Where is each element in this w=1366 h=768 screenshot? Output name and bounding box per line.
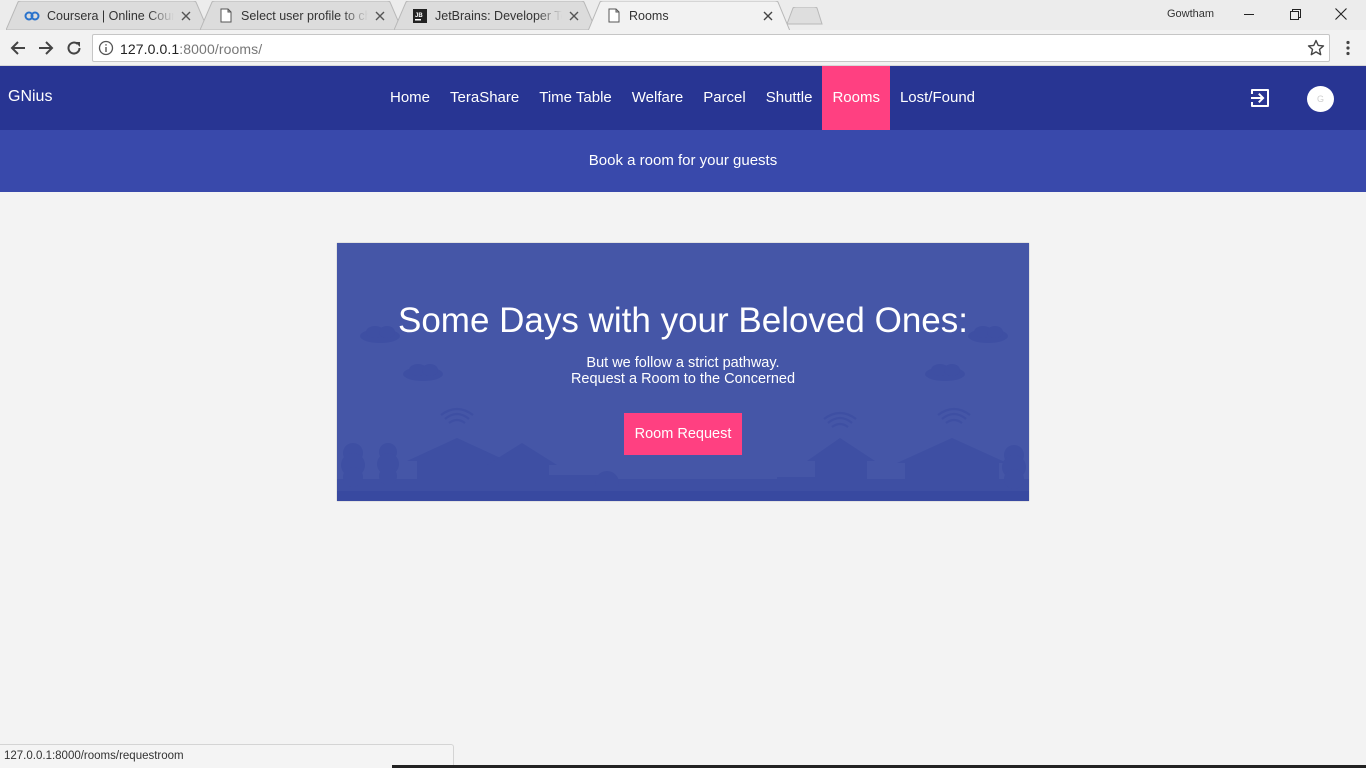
nav-menu: Home TeraShare Time Table Welfare Parcel… bbox=[380, 66, 985, 130]
nav-item-terashare[interactable]: TeraShare bbox=[440, 66, 529, 130]
avatar-initial: G bbox=[1316, 94, 1324, 104]
browser-tab-rooms[interactable]: Rooms bbox=[588, 1, 790, 31]
browser-tab-coursera[interactable]: Coursera | Online Courses bbox=[6, 1, 208, 30]
room-request-button[interactable]: Room Request bbox=[624, 413, 742, 455]
close-icon[interactable] bbox=[372, 8, 388, 24]
url-host: 127.0.0.1 bbox=[120, 41, 180, 57]
status-url: 127.0.0.1:8000/rooms/requestroom bbox=[4, 750, 184, 762]
site-navbar: GNius Home TeraShare Time Table Welfare … bbox=[0, 66, 1366, 130]
wifi-icon bbox=[440, 407, 474, 424]
jetbrains-icon: JB bbox=[412, 8, 428, 24]
brand-logo[interactable]: GNius bbox=[8, 88, 52, 106]
browser-tab-strip: Coursera | Online Courses Select user pr… bbox=[0, 0, 1366, 31]
restore-button[interactable] bbox=[1272, 0, 1318, 28]
hero-line-1: But we follow a strict pathway. bbox=[586, 355, 780, 371]
nav-item-shuttle[interactable]: Shuttle bbox=[756, 66, 823, 130]
hero-subtitle: But we follow a strict pathway. Request … bbox=[337, 355, 1029, 387]
bookmark-star-icon[interactable] bbox=[1307, 39, 1325, 57]
reload-icon bbox=[67, 41, 81, 55]
hero-card: Some Days with your Beloved Ones: But we… bbox=[337, 243, 1029, 501]
close-icon[interactable] bbox=[178, 8, 194, 24]
forward-button[interactable] bbox=[34, 36, 58, 60]
status-bubble: 127.0.0.1:8000/rooms/requestroom bbox=[0, 744, 454, 768]
nav-item-parcel[interactable]: Parcel bbox=[693, 66, 756, 130]
page-icon bbox=[606, 8, 622, 24]
browser-tab-jetbrains[interactable]: JB JetBrains: Developer Tools bbox=[394, 1, 596, 30]
logout-icon[interactable] bbox=[1248, 86, 1272, 110]
address-bar[interactable]: 127.0.0.1:8000/rooms/ bbox=[92, 34, 1330, 62]
svg-text:JB: JB bbox=[415, 13, 423, 19]
sub-header-text: Book a room for your guests bbox=[588, 152, 778, 169]
nav-item-lost-found[interactable]: Lost/Found bbox=[890, 66, 985, 130]
url-path: :8000/rooms/ bbox=[179, 41, 263, 57]
info-icon[interactable] bbox=[98, 40, 114, 56]
wifi-icon bbox=[823, 411, 857, 428]
sub-header: Book a room for your guests bbox=[0, 130, 1366, 192]
nav-item-welfare[interactable]: Welfare bbox=[622, 66, 693, 130]
user-avatar[interactable]: G bbox=[1307, 86, 1334, 112]
wifi-icon bbox=[937, 407, 971, 424]
tab-title: Rooms bbox=[629, 8, 669, 23]
tab-title: JetBrains: Developer Tools bbox=[435, 8, 562, 23]
more-vert-icon bbox=[1346, 40, 1350, 56]
minimize-button[interactable] bbox=[1226, 0, 1272, 28]
nav-item-home[interactable]: Home bbox=[380, 66, 440, 130]
coursera-icon bbox=[24, 8, 40, 24]
close-window-button[interactable] bbox=[1318, 0, 1364, 28]
close-icon[interactable] bbox=[760, 8, 776, 24]
url-text[interactable]: 127.0.0.1:8000/rooms/ bbox=[120, 41, 262, 57]
profile-name[interactable]: Gowtham bbox=[1167, 8, 1214, 20]
forward-arrow-icon bbox=[39, 41, 54, 55]
tab-title: Select user profile to change bbox=[241, 8, 368, 23]
hero-title: Some Days with your Beloved Ones: bbox=[398, 301, 968, 340]
hero-line-2: Request a Room to the Concerned bbox=[570, 371, 796, 387]
browser-menu-button[interactable] bbox=[1338, 36, 1358, 60]
nav-item-rooms[interactable]: Rooms bbox=[822, 66, 890, 130]
reload-button[interactable] bbox=[62, 36, 86, 60]
browser-tab-user-profile[interactable]: Select user profile to change bbox=[200, 1, 402, 30]
tab-title: Coursera | Online Courses bbox=[47, 8, 174, 23]
nav-item-time-table[interactable]: Time Table bbox=[529, 66, 622, 130]
new-tab-button[interactable] bbox=[787, 7, 823, 25]
close-icon[interactable] bbox=[566, 8, 582, 24]
back-button[interactable] bbox=[6, 36, 30, 60]
browser-toolbar: 127.0.0.1:8000/rooms/ bbox=[0, 30, 1366, 66]
page-icon bbox=[218, 8, 234, 24]
back-arrow-icon bbox=[10, 41, 25, 55]
